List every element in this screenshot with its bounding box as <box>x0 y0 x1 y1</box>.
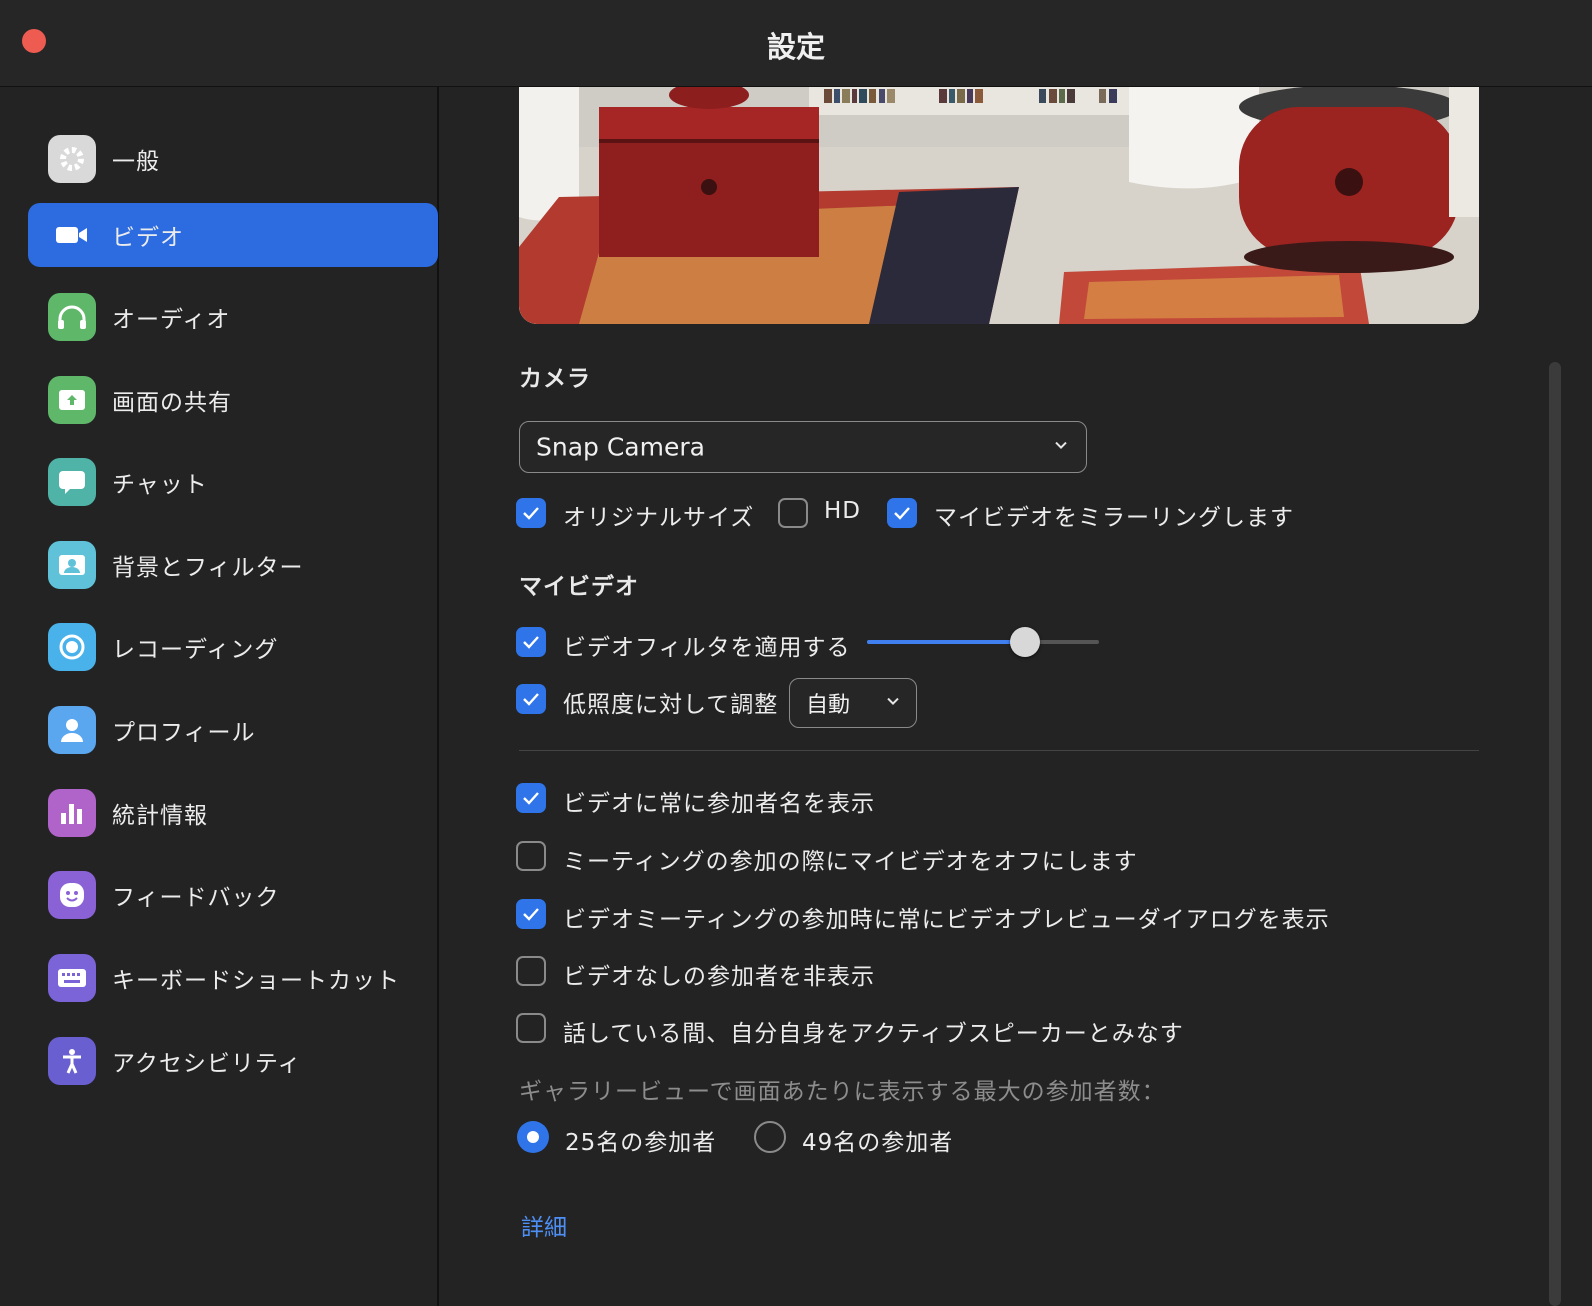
title-bar: 設定 <box>0 0 1592 87</box>
sidebar-item-label: オーディオ <box>112 307 231 333</box>
section-divider <box>519 750 1479 751</box>
hd-checkbox[interactable] <box>778 498 808 528</box>
sidebar-item-label: 画面の共有 <box>112 390 232 416</box>
checkmark-icon <box>523 636 539 649</box>
show-video-preview-label: ビデオミーティングの参加時に常にビデオプレビューダイアログを表示 <box>563 907 1330 933</box>
show-video-preview-checkbox[interactable] <box>516 899 546 929</box>
statistics-icon <box>48 789 96 837</box>
mirror-video-label: マイビデオをミラーリングします <box>934 505 1294 531</box>
low-light-mode-value: 自動 <box>806 693 851 718</box>
original-size-checkbox[interactable] <box>516 498 546 528</box>
sidebar-item-label: フィードバック <box>112 885 280 911</box>
gallery-max-label: ギャラリービューで画面あたりに表示する最大の参加者数： <box>519 1079 1166 1105</box>
gallery-25-radio[interactable] <box>517 1121 549 1153</box>
gallery-25-label: 25名の参加者 <box>565 1130 717 1156</box>
video-filter-slider-fill <box>867 640 1025 644</box>
camera-preview <box>519 87 1479 324</box>
camera-section-title: カメラ <box>519 366 591 392</box>
original-size-label: オリジナルサイズ <box>563 505 755 531</box>
sidebar-item-label: 背景とフィルター <box>112 555 304 581</box>
sidebar-item-label: ビデオ <box>112 225 184 251</box>
sidebar-item-label: プロフィール <box>112 720 256 746</box>
video-filter-slider[interactable] <box>867 640 1099 644</box>
spotlight-self-checkbox[interactable] <box>516 1013 546 1043</box>
keyboard-icon <box>48 954 96 1002</box>
smiley-icon <box>48 871 96 919</box>
sidebar-item-keyboard-shortcuts[interactable]: キーボードショートカット <box>28 946 438 1010</box>
my-video-section-title: マイビデオ <box>519 574 639 600</box>
background-portrait-icon <box>48 541 96 589</box>
sidebar-item-statistics[interactable]: 統計情報 <box>28 781 438 845</box>
turn-off-video-on-join-label: ミーティングの参加の際にマイビデオをオフにします <box>563 849 1138 875</box>
hd-label: HD <box>824 498 862 524</box>
share-screen-icon <box>48 376 96 424</box>
camera-select[interactable]: Snap Camera <box>519 421 1087 473</box>
hide-non-video-checkbox[interactable] <box>516 956 546 986</box>
window-title: 設定 <box>766 30 825 64</box>
sidebar-item-chat[interactable]: チャット <box>28 450 438 514</box>
sidebar-item-label: レコーディング <box>112 637 279 663</box>
sidebar-item-share-screen[interactable]: 画面の共有 <box>28 368 438 432</box>
chat-bubble-icon <box>48 458 96 506</box>
camera-select-value: Snap Camera <box>536 432 705 462</box>
checkmark-icon <box>523 693 539 706</box>
video-filter-label: ビデオフィルタを適用する <box>563 635 851 661</box>
chevron-down-icon <box>1054 436 1068 455</box>
hide-non-video-label: ビデオなしの参加者を非表示 <box>563 964 875 990</box>
video-filter-checkbox[interactable] <box>516 627 546 657</box>
sidebar-item-label: 統計情報 <box>112 803 208 829</box>
sidebar-item-label: アクセシビリティ <box>112 1051 302 1077</box>
gallery-49-label: 49名の参加者 <box>802 1130 954 1156</box>
gear-icon <box>48 135 96 183</box>
scrollbar[interactable] <box>1549 362 1561 1306</box>
record-icon <box>48 623 96 671</box>
settings-sidebar: 一般 ビデオ オーディオ 画面の共有 チャット 背景とフィルター レコーディング… <box>0 87 439 1306</box>
sidebar-item-audio[interactable]: オーディオ <box>28 285 438 349</box>
turn-off-video-on-join-checkbox[interactable] <box>516 841 546 871</box>
checkmark-icon <box>894 507 910 520</box>
mirror-video-checkbox[interactable] <box>887 498 917 528</box>
sidebar-item-accessibility[interactable]: アクセシビリティ <box>28 1029 438 1093</box>
checkmark-icon <box>523 792 539 805</box>
sidebar-item-recording[interactable]: レコーディング <box>28 615 438 679</box>
chevron-down-icon <box>886 692 900 711</box>
sidebar-item-video[interactable]: ビデオ <box>28 203 438 267</box>
profile-icon <box>48 706 96 754</box>
sidebar-item-label: チャット <box>112 472 208 498</box>
always-show-names-checkbox[interactable] <box>516 783 546 813</box>
spotlight-self-label: 話している間、自分自身をアクティブスピーカーとみなす <box>563 1021 1184 1047</box>
sidebar-item-label: 一般 <box>112 149 160 175</box>
low-light-label: 低照度に対して調整 <box>563 692 779 718</box>
sidebar-item-background-filters[interactable]: 背景とフィルター <box>28 533 438 597</box>
low-light-mode-select[interactable]: 自動 <box>789 678 917 728</box>
advanced-link[interactable]: 詳細 <box>521 1208 567 1242</box>
sidebar-item-label: キーボードショートカット <box>112 968 400 994</box>
sidebar-item-profile[interactable]: プロフィール <box>28 698 438 762</box>
video-camera-icon <box>48 211 96 259</box>
low-light-checkbox[interactable] <box>516 684 546 714</box>
headphones-icon <box>48 293 96 341</box>
sidebar-item-feedback[interactable]: フィードバック <box>28 863 438 927</box>
video-filter-slider-knob[interactable] <box>1009 627 1040 657</box>
accessibility-icon <box>48 1037 96 1085</box>
checkmark-icon <box>523 507 539 520</box>
gallery-49-radio[interactable] <box>754 1121 786 1153</box>
video-settings-panel: カメラ Snap Camera オリジナルサイズ HD マイビデオをミラーリング… <box>439 87 1592 1306</box>
sidebar-item-general[interactable]: 一般 <box>28 127 438 191</box>
checkmark-icon <box>523 908 539 921</box>
always-show-names-label: ビデオに常に参加者名を表示 <box>563 791 875 817</box>
